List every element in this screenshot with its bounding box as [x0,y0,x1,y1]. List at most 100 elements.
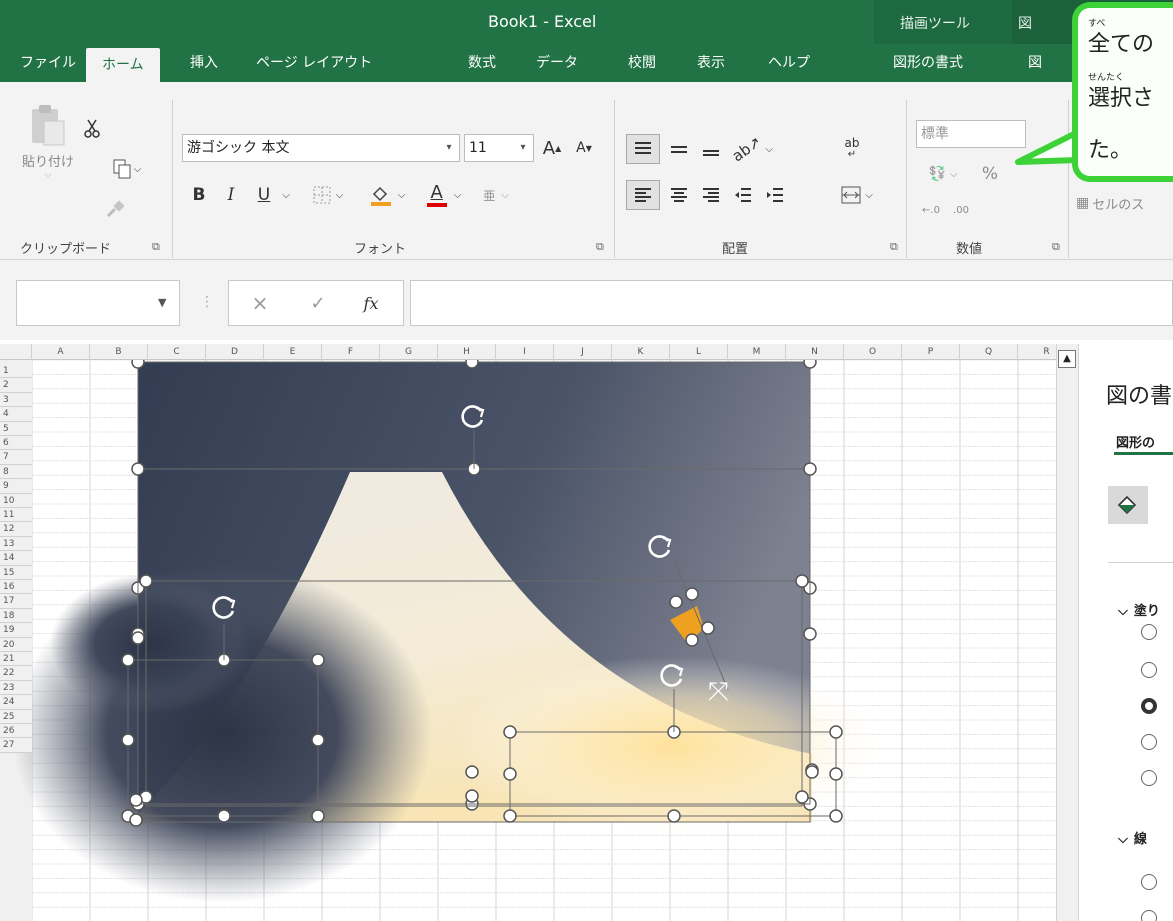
grow-font-button[interactable]: A ▲ [538,134,566,162]
tab-picture-format[interactable]: 図 [1028,44,1042,82]
tab-help[interactable]: ヘルプ [768,44,810,82]
resize-handle[interactable] [121,653,135,667]
resize-handle[interactable] [503,767,517,781]
italic-button[interactable]: I [216,180,246,210]
cancel-button[interactable]: × [246,288,274,318]
row-header[interactable]: 14 [0,551,32,566]
row-header[interactable]: 19 [0,623,32,638]
row-header[interactable]: 21 [0,652,32,667]
column-header[interactable]: P [902,344,960,360]
fill-option-radio-selected[interactable] [1141,698,1157,714]
resize-handle[interactable] [139,574,153,588]
percent-style-button[interactable]: % [978,160,1002,188]
column-header[interactable]: K [612,344,670,360]
resize-handle[interactable] [795,790,809,804]
resize-handle[interactable] [129,813,143,827]
row-header[interactable]: 24 [0,695,32,710]
resize-handle[interactable] [701,621,715,635]
resize-handle[interactable] [465,789,479,803]
resize-handle[interactable] [217,809,231,823]
pane-tab-shape-options[interactable]: 図形の [1116,432,1155,451]
resize-handle[interactable] [685,633,699,647]
underline-dropdown-icon[interactable]: ⌵ [278,180,294,210]
resize-handle[interactable] [503,725,517,739]
orientation-button[interactable]: ab↗ ⌵ [728,133,776,166]
resize-handle[interactable] [131,631,145,645]
bottom-align-button[interactable] [696,134,726,164]
align-right-button[interactable] [696,180,726,210]
line-option-radio[interactable] [1141,910,1157,921]
wrap-text-button[interactable]: ab ↵ [836,134,868,164]
resize-handle[interactable] [829,809,843,823]
alignment-launcher-icon[interactable]: ⧉ [890,240,898,254]
column-header[interactable]: C [148,344,206,360]
fill-option-radio[interactable] [1141,734,1157,750]
align-center-button[interactable] [664,180,694,210]
row-header[interactable]: 4 [0,407,32,422]
line-option-radio[interactable] [1141,874,1157,890]
resize-handle[interactable] [311,733,325,747]
column-header[interactable]: Q [960,344,1018,360]
vertical-scrollbar[interactable] [1056,344,1078,921]
row-header[interactable]: 15 [0,565,32,580]
resize-handle[interactable] [805,765,819,779]
row-header[interactable]: 8 [0,464,32,480]
column-header[interactable]: H [438,344,496,360]
decrease-indent-button[interactable] [728,180,758,210]
name-box[interactable] [16,280,180,326]
row-header[interactable]: 23 [0,680,32,696]
row-header[interactable]: 18 [0,608,32,624]
number-format-combo[interactable]: 標準 [916,120,1026,148]
tab-insert[interactable]: 挿入 [190,44,218,82]
column-header[interactable]: J [554,344,612,360]
column-header[interactable]: D [206,344,264,360]
copy-button[interactable]: ⌵ [104,156,150,182]
cut-button[interactable] [80,116,104,142]
row-header[interactable]: 16 [0,580,32,595]
column-header[interactable]: A [32,344,90,360]
fill-option-radio[interactable] [1141,662,1157,678]
increase-decimal-button[interactable]: ←.0 [918,196,944,224]
merge-center-button[interactable]: ⌵ [832,180,882,210]
resize-handle[interactable] [667,809,681,823]
tab-review[interactable]: 校閲 [628,44,656,82]
resize-handle[interactable] [131,462,145,476]
tab-view[interactable]: 表示 [697,44,725,82]
line-section-header[interactable]: ⌵ 線 [1118,828,1147,847]
tab-page-layout[interactable]: ページ レイアウト [256,44,372,82]
resize-handle[interactable] [685,587,699,601]
column-header[interactable]: N [786,344,844,360]
insert-function-button[interactable]: fx [356,288,386,318]
row-header[interactable]: 6 [0,436,32,451]
row-header[interactable]: 17 [0,594,32,609]
tab-home[interactable]: ホーム [86,48,160,82]
row-header[interactable]: 10 [0,493,32,508]
resize-handle[interactable] [311,653,325,667]
row-header[interactable]: 1 [0,364,32,379]
fill-line-tab[interactable] [1108,486,1148,524]
resize-handle[interactable] [803,627,817,641]
tab-shape-format[interactable]: 図形の書式 [893,44,963,82]
row-header[interactable]: 20 [0,637,32,652]
resize-handle[interactable] [829,767,843,781]
worksheet[interactable]: ⤧ [0,344,1058,921]
row-header[interactable]: 9 [0,479,32,494]
font-launcher-icon[interactable]: ⧉ [596,240,604,254]
row-header[interactable]: 22 [0,666,32,681]
resize-handle[interactable] [669,595,683,609]
row-header[interactable]: 27 [0,738,32,753]
font-size-combo[interactable]: 11 ▾ [464,134,534,162]
resize-handle[interactable] [829,725,843,739]
borders-button[interactable]: ⌵ [304,180,352,210]
row-header[interactable]: 11 [0,508,32,523]
column-header[interactable]: L [670,344,728,360]
top-align-button[interactable] [626,134,660,164]
fill-option-radio[interactable] [1141,624,1157,640]
row-header[interactable]: 3 [0,392,32,408]
cell-styles-button[interactable]: ▦ セルのス [1076,188,1173,218]
resize-handle[interactable] [465,765,479,779]
column-header[interactable]: F [322,344,380,360]
tab-formulas[interactable]: 数式 [468,44,496,82]
phonetic-guide-button[interactable]: 亜 ⌵ [470,180,522,210]
resize-handle[interactable] [311,809,325,823]
